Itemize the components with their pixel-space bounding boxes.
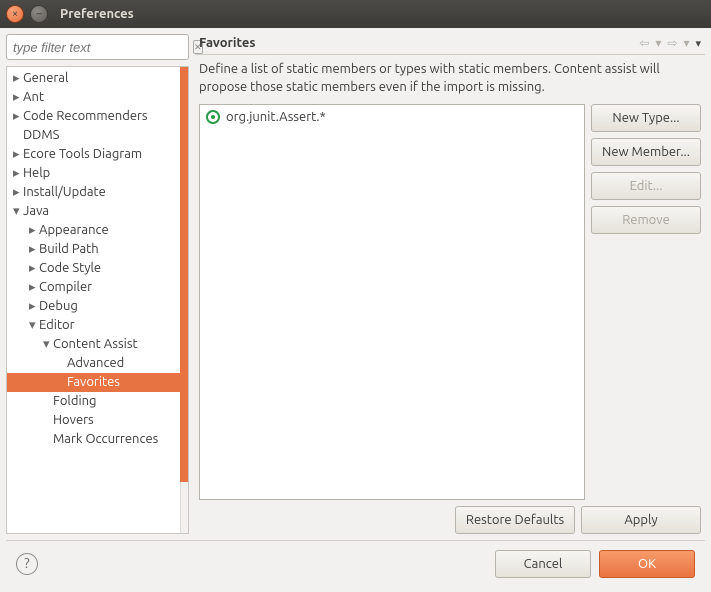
tree-item-label: DDMS [23,128,59,142]
new-member-button[interactable]: New Member... [591,138,701,166]
tree-item-hovers[interactable]: ▸Hovers [7,411,188,430]
tree-item-label: Build Path [39,242,99,256]
tree-item-code-style[interactable]: ▸Code Style [7,259,188,278]
list-item[interactable]: org.junit.Assert.* [204,109,580,125]
tree-item-ant[interactable]: ▸Ant [7,88,188,107]
chevron-down-icon[interactable]: ▾ [29,318,39,333]
tree-item-label: Help [23,166,50,180]
filter-input[interactable] [11,39,193,56]
tree-item-ddms[interactable]: ▸DDMS [7,126,188,145]
tree-item-ecore-tools-diagram[interactable]: ▸Ecore Tools Diagram [7,145,188,164]
tree-item-label: Appearance [39,223,109,237]
new-type-button[interactable]: New Type... [591,104,701,132]
tree-item-compiler[interactable]: ▸Compiler [7,278,188,297]
tree-item-editor[interactable]: ▾Editor [7,316,188,335]
tree-item-folding[interactable]: ▸Folding [7,392,188,411]
restore-defaults-button[interactable]: Restore Defaults [455,506,575,534]
titlebar: × – Preferences [0,0,711,28]
tree-item-content-assist[interactable]: ▾Content Assist [7,335,188,354]
scrollbar[interactable] [180,67,188,533]
page-header: Favorites ⇦ ▾ ⇨ ▾ ▾ [195,34,705,54]
tree-item-code-recommenders[interactable]: ▸Code Recommenders [7,107,188,126]
back-menu-icon[interactable]: ▾ [655,36,661,50]
chevron-right-icon[interactable]: ▸ [13,109,23,124]
tree-item-label: Install/Update [23,185,106,199]
tree-item-label: Content Assist [53,337,138,351]
remove-button[interactable]: Remove [591,206,701,234]
cancel-button[interactable]: Cancel [495,550,591,578]
tree-item-appearance[interactable]: ▸Appearance [7,221,188,240]
type-icon [206,110,220,124]
page-description: Define a list of static members or types… [195,61,705,104]
tree-item-label: Code Style [39,261,101,275]
chevron-right-icon[interactable]: ▸ [13,71,23,86]
page-title: Favorites [199,36,256,50]
tree-item-help[interactable]: ▸Help [7,164,188,183]
view-menu-icon[interactable]: ▾ [695,37,701,50]
chevron-down-icon[interactable]: ▾ [43,337,53,352]
list-item-label: org.junit.Assert.* [226,110,326,124]
tree-item-label: Editor [39,318,75,332]
tree-item-label: Code Recommenders [23,109,148,123]
minimize-icon[interactable]: – [30,5,48,23]
edit-button[interactable]: Edit... [591,172,701,200]
left-pane: ✕ ▸General▸Ant▸Code Recommenders▸DDMS▸Ec… [6,34,189,534]
tree-item-label: Ecore Tools Diagram [23,147,142,161]
chevron-right-icon[interactable]: ▸ [29,242,39,257]
tree-item-build-path[interactable]: ▸Build Path [7,240,188,259]
footer: ? Cancel OK [6,540,705,586]
tree-item-label: Java [23,204,49,218]
tree-item-advanced[interactable]: ▸Advanced [7,354,188,373]
tree-item-java[interactable]: ▾Java [7,202,188,221]
chevron-right-icon[interactable]: ▸ [13,147,23,162]
tree-item-favorites[interactable]: ▸Favorites [7,373,188,392]
forward-menu-icon[interactable]: ▾ [683,36,689,50]
chevron-right-icon[interactable]: ▸ [13,185,23,200]
ok-button[interactable]: OK [599,550,695,578]
tree-item-label: Ant [23,90,44,104]
tree-item-general[interactable]: ▸General [7,69,188,88]
tree-item-install-update[interactable]: ▸Install/Update [7,183,188,202]
favorites-list[interactable]: org.junit.Assert.* [199,104,585,500]
tree-item-label: General [23,71,68,85]
apply-button[interactable]: Apply [581,506,701,534]
tree-view[interactable]: ▸General▸Ant▸Code Recommenders▸DDMS▸Ecor… [6,66,189,534]
tree-item-label: Compiler [39,280,92,294]
chevron-right-icon[interactable]: ▸ [13,90,23,105]
tree-item-label: Debug [39,299,78,313]
tree-item-label: Favorites [67,375,120,389]
back-icon[interactable]: ⇦ [639,36,649,50]
tree-item-mark-occurrences[interactable]: ▸Mark Occurrences [7,430,188,449]
tree-item-label: Mark Occurrences [53,432,158,446]
tree-item-label: Hovers [53,413,94,427]
forward-icon[interactable]: ⇨ [667,36,677,50]
chevron-right-icon[interactable]: ▸ [13,166,23,181]
chevron-right-icon[interactable]: ▸ [29,261,39,276]
chevron-down-icon[interactable]: ▾ [13,204,23,219]
content-area: ✕ ▸General▸Ant▸Code Recommenders▸DDMS▸Ec… [0,28,711,592]
chevron-right-icon[interactable]: ▸ [29,280,39,295]
tree-item-label: Folding [53,394,97,408]
tree-item-label: Advanced [67,356,124,370]
window-title: Preferences [60,7,134,21]
chevron-right-icon[interactable]: ▸ [29,223,39,238]
tree-item-debug[interactable]: ▸Debug [7,297,188,316]
right-pane: Favorites ⇦ ▾ ⇨ ▾ ▾ Define a list of sta… [195,34,705,534]
help-icon[interactable]: ? [16,553,38,575]
filter-box[interactable]: ✕ [6,34,189,60]
close-icon[interactable]: × [6,5,24,23]
chevron-right-icon[interactable]: ▸ [29,299,39,314]
